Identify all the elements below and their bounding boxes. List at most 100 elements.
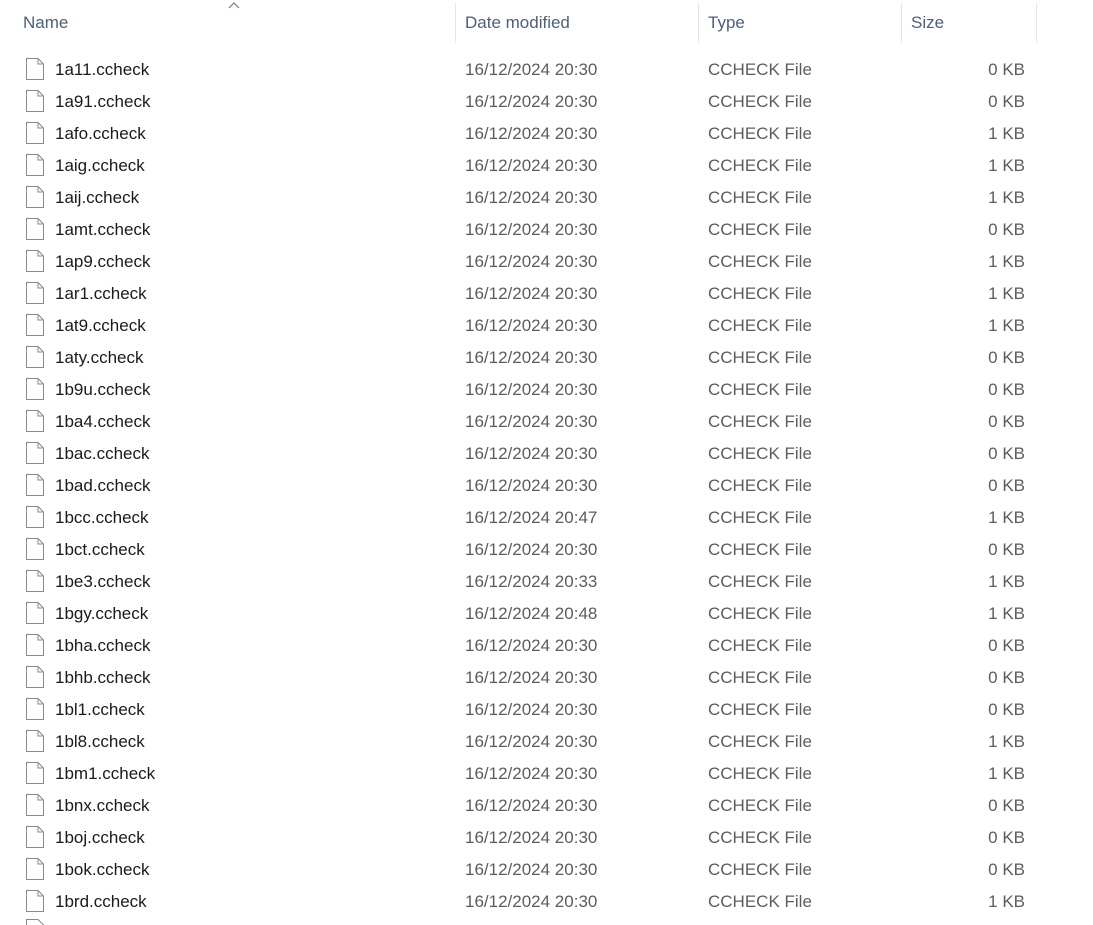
file-name[interactable]: 1a11.ccheck: [55, 54, 149, 86]
file-name[interactable]: 1bl8.ccheck: [55, 726, 145, 758]
file-row[interactable]: 1bct.ccheck 16/12/2024 20:30 CCHECK File 0 …: [0, 534, 1040, 566]
file-size: 0 KB: [988, 796, 1025, 815]
file-row[interactable]: 1bl8.ccheck 16/12/2024 20:30 CCHECK File 1 …: [0, 726, 1040, 758]
file-date-modified: 16/12/2024 20:30: [465, 188, 598, 207]
file-size: 0 KB: [988, 668, 1025, 687]
file-row[interactable]: 1a11.ccheck 16/12/2024 20:30 CCHECK File 0 …: [0, 54, 1040, 86]
file-date-modified: 16/12/2024 20:30: [465, 156, 598, 175]
file-name[interactable]: 1bgy.ccheck: [55, 598, 148, 630]
file-date-modified: 16/12/2024 20:30: [465, 860, 598, 879]
file-date-modified: 16/12/2024 20:30: [465, 764, 598, 783]
file-type: CCHECK File: [708, 668, 812, 687]
file-name[interactable]: 1afo.ccheck: [55, 118, 146, 150]
file-row[interactable]: 1bl1.ccheck 16/12/2024 20:30 CCHECK File 0 …: [0, 694, 1040, 726]
file-type: CCHECK File: [708, 316, 812, 335]
file-row[interactable]: 1b9u.ccheck 16/12/2024 20:30 CCHECK File 0 …: [0, 374, 1040, 406]
file-icon: [26, 634, 44, 656]
file-type: CCHECK File: [708, 892, 812, 911]
file-name[interactable]: 1bl1.ccheck: [55, 694, 145, 726]
file-row[interactable]: 1ap9.ccheck 16/12/2024 20:30 CCHECK File 1 …: [0, 246, 1040, 278]
file-name[interactable]: 1brd.ccheck: [55, 886, 147, 918]
file-row[interactable]: 1aty.ccheck 16/12/2024 20:30 CCHECK File 0 …: [0, 342, 1040, 374]
file-row[interactable]: 1a91.ccheck 16/12/2024 20:30 CCHECK File 0 …: [0, 86, 1040, 118]
file-row[interactable]: 1bcc.ccheck 16/12/2024 20:47 CCHECK File 1 …: [0, 502, 1040, 534]
file-size: 1 KB: [988, 252, 1025, 271]
column-divider[interactable]: [901, 3, 902, 43]
file-icon: [26, 666, 44, 688]
file-row[interactable]: 1brd.ccheck 16/12/2024 20:30 CCHECK File 1 …: [0, 886, 1040, 918]
file-row[interactable]: 1afo.ccheck 16/12/2024 20:30 CCHECK File 1 …: [0, 118, 1040, 150]
file-name[interactable]: 1aig.ccheck: [55, 150, 145, 182]
file-size: 0 KB: [988, 412, 1025, 431]
file-name[interactable]: 1bhb.ccheck: [55, 662, 150, 694]
file-type: CCHECK File: [708, 412, 812, 431]
file-name[interactable]: 1bac.ccheck: [55, 438, 150, 470]
file-row[interactable]: 1bac.ccheck 16/12/2024 20:30 CCHECK File 0 …: [0, 438, 1040, 470]
column-header-size[interactable]: Size: [911, 0, 1031, 46]
column-divider[interactable]: [698, 3, 699, 43]
file-size: 0 KB: [988, 220, 1025, 239]
file-icon: [26, 218, 44, 240]
file-name[interactable]: 1bha.ccheck: [55, 630, 150, 662]
file-name[interactable]: 1at9.ccheck: [55, 310, 146, 342]
file-row[interactable]: 1be3.ccheck 16/12/2024 20:33 CCHECK File 1 …: [0, 566, 1040, 598]
file-row[interactable]: 1bgy.ccheck 16/12/2024 20:48 CCHECK File 1 …: [0, 598, 1040, 630]
file-name[interactable]: 1a91.ccheck: [55, 86, 150, 118]
file-type: CCHECK File: [708, 60, 812, 79]
file-size: 1 KB: [988, 572, 1025, 591]
file-size: 1 KB: [988, 732, 1025, 751]
file-name[interactable]: 1bad.ccheck: [55, 470, 150, 502]
file-name[interactable]: 1ap9.ccheck: [55, 246, 150, 278]
file-type: CCHECK File: [708, 732, 812, 751]
column-header-type[interactable]: Type: [708, 0, 898, 46]
file-row[interactable]: 1aig.ccheck 16/12/2024 20:30 CCHECK File 1 …: [0, 150, 1040, 182]
file-name[interactable]: 1aty.ccheck: [55, 342, 144, 374]
file-row[interactable]: 1bnx.ccheck 16/12/2024 20:30 CCHECK File 0 …: [0, 790, 1040, 822]
file-icon: [26, 730, 44, 752]
file-name[interactable]: 1b9u.ccheck: [55, 374, 150, 406]
file-name[interactable]: 1bcc.ccheck: [55, 502, 149, 534]
file-date-modified: 16/12/2024 20:30: [465, 124, 598, 143]
file-icon: [26, 58, 44, 80]
file-date-modified: 16/12/2024 20:30: [465, 668, 598, 687]
file-row[interactable]: 1bha.ccheck 16/12/2024 20:30 CCHECK File 0 …: [0, 630, 1040, 662]
file-name[interactable]: 1be3.ccheck: [55, 566, 150, 598]
column-header-date-modified[interactable]: Date modified: [465, 0, 695, 46]
file-icon: [26, 826, 44, 848]
file-date-modified: 16/12/2024 20:30: [465, 60, 598, 79]
column-divider[interactable]: [1036, 3, 1037, 43]
file-name[interactable]: 1boj.ccheck: [55, 822, 145, 854]
file-row[interactable]: 1ar1.ccheck 16/12/2024 20:30 CCHECK File 1 …: [0, 278, 1040, 310]
file-date-modified: 16/12/2024 20:30: [465, 700, 598, 719]
file-name[interactable]: 1ba4.ccheck: [55, 406, 150, 438]
file-type: CCHECK File: [708, 380, 812, 399]
file-name[interactable]: 1bm1.ccheck: [55, 758, 155, 790]
file-row[interactable]: 1aij.ccheck 16/12/2024 20:30 CCHECK File 1 …: [0, 182, 1040, 214]
file-icon: [26, 794, 44, 816]
file-type: CCHECK File: [708, 508, 812, 527]
file-name[interactable]: 1aij.ccheck: [55, 182, 139, 214]
file-name[interactable]: 1bok.ccheck: [55, 854, 150, 886]
file-date-modified: 16/12/2024 20:30: [465, 540, 598, 559]
file-row[interactable]: 1bhb.ccheck 16/12/2024 20:30 CCHECK File 0 …: [0, 662, 1040, 694]
file-size: 1 KB: [988, 188, 1025, 207]
file-row[interactable]: 1amt.ccheck 16/12/2024 20:30 CCHECK File 0 …: [0, 214, 1040, 246]
file-row[interactable]: 1bad.ccheck 16/12/2024 20:30 CCHECK File 0 …: [0, 470, 1040, 502]
column-divider[interactable]: [455, 3, 456, 43]
file-name[interactable]: 1bct.ccheck: [55, 534, 145, 566]
file-type: CCHECK File: [708, 220, 812, 239]
file-name[interactable]: 1amt.ccheck: [55, 214, 150, 246]
column-header-name[interactable]: Name: [23, 0, 453, 46]
file-size: 0 KB: [988, 380, 1025, 399]
file-row[interactable]: 1at9.ccheck 16/12/2024 20:30 CCHECK File 1 …: [0, 310, 1040, 342]
file-type: CCHECK File: [708, 348, 812, 367]
file-row[interactable]: 1bm1.ccheck 16/12/2024 20:30 CCHECK File 1 …: [0, 758, 1040, 790]
file-row[interactable]: 1boj.ccheck 16/12/2024 20:30 CCHECK File 0 …: [0, 822, 1040, 854]
file-row[interactable]: 1ba4.ccheck 16/12/2024 20:30 CCHECK File 0 …: [0, 406, 1040, 438]
file-name[interactable]: 1ar1.ccheck: [55, 278, 147, 310]
file-type: CCHECK File: [708, 476, 812, 495]
file-row[interactable]: 1bok.ccheck 16/12/2024 20:30 CCHECK File 0 …: [0, 854, 1040, 886]
file-icon: [26, 410, 44, 432]
file-icon: [26, 90, 44, 112]
file-name[interactable]: 1bnx.ccheck: [55, 790, 150, 822]
